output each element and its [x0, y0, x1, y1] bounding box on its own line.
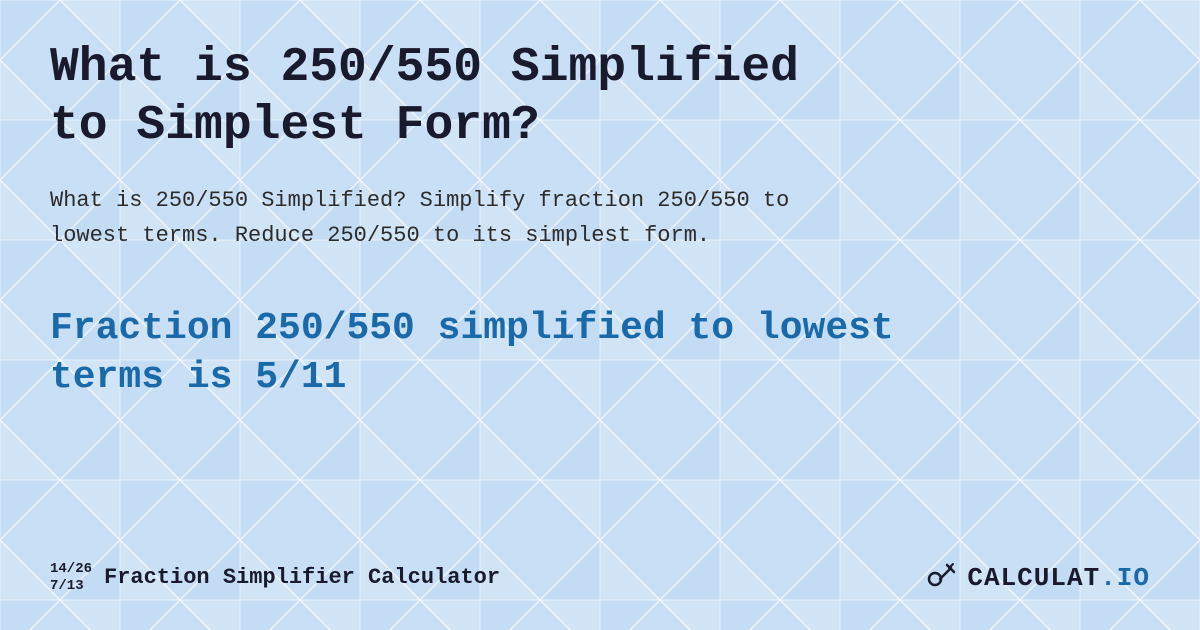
fraction-bottom: 7/13: [50, 578, 84, 595]
logo: CALCULAT.IO: [923, 555, 1150, 600]
page-title: What is 250/550 Simplified to Simplest F…: [50, 40, 830, 155]
fraction-stack: 14/26 7/13: [50, 561, 92, 595]
result-text: Fraction 250/550 simplified to lowest te…: [50, 304, 950, 403]
description-text: What is 250/550 Simplified? Simplify fra…: [50, 183, 810, 253]
logo-text: CALCULAT.IO: [967, 563, 1150, 593]
calculator-icon: [923, 555, 959, 600]
fraction-top: 14/26: [50, 561, 92, 578]
footer-title: Fraction Simplifier Calculator: [104, 565, 500, 590]
